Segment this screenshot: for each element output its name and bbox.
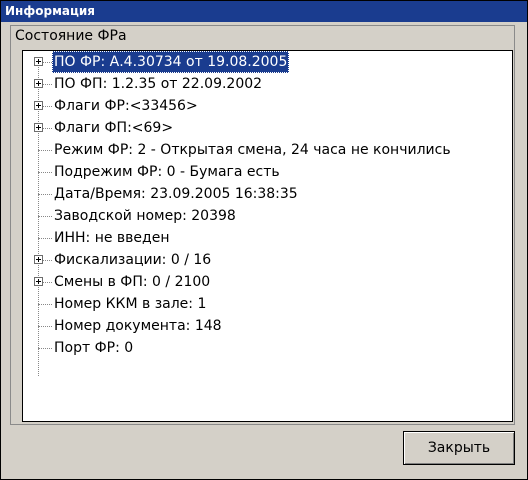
tree-item-fr-flags[interactable]: Флаги ФР:<33456> [23,95,512,117]
tree-item-label[interactable]: Фискализации: 0 / 16 [52,249,213,271]
tree-item-shifts[interactable]: Смены в ФП: 0 / 2100 [23,271,512,293]
tree-item-label[interactable]: Заводской номер: 20398 [52,205,238,227]
tree-item-fp-flags[interactable]: Флаги ФП:<69> [23,117,512,139]
tree-item-document-number[interactable]: Номер документа: 148 [23,315,512,337]
expand-icon[interactable] [34,79,43,88]
expand-icon[interactable] [34,123,43,132]
tree-item-fr-submode[interactable]: Подрежим ФР: 0 - Бумага есть [23,161,512,183]
tree-item-inn[interactable]: ИНН: не введен [23,227,512,249]
tree-item-label[interactable]: ИНН: не введен [52,227,171,249]
tree-item-fr-software[interactable]: ПО ФР: А.4.30734 от 19.08.2005 [23,51,512,73]
tree-item-label[interactable]: Режим ФР: 2 - Открытая смена, 24 часа не… [52,139,453,161]
expand-icon[interactable] [34,255,43,264]
tree-item-label[interactable]: ПО ФР: А.4.30734 от 19.08.2005 [52,51,290,73]
status-groupbox: Состояние ФРа ПО ФР: А.4.30734 от 19.08.… [10,25,515,425]
group-label: Состояние ФРа [15,28,127,44]
tree-item-fp-software[interactable]: ПО ФП: 1.2.35 от 22.09.2002 [23,73,512,95]
tree-item-label[interactable]: Смены в ФП: 0 / 2100 [52,271,212,293]
expand-icon[interactable] [34,101,43,110]
tree-item-label[interactable]: Подрежим ФР: 0 - Бумага есть [52,161,282,183]
tree-item-label[interactable]: Флаги ФП:<69> [52,117,175,139]
tree-item-kkm-number[interactable]: Номер ККМ в зале: 1 [23,293,512,315]
tree-item-datetime[interactable]: Дата/Время: 23.09.2005 16:38:35 [23,183,512,205]
expand-icon[interactable] [34,57,43,66]
tree-item-serial-number[interactable]: Заводской номер: 20398 [23,205,512,227]
tree-item-label[interactable]: Порт ФР: 0 [52,337,135,359]
status-tree[interactable]: ПО ФР: А.4.30734 от 19.08.2005 ПО ФП: 1.… [22,50,513,422]
tree-item-port[interactable]: Порт ФР: 0 [23,337,512,359]
window-title: Информация [1,1,527,22]
tree-item-label[interactable]: Номер ККМ в зале: 1 [52,293,208,315]
info-window: Информация Состояние ФРа ПО ФР: А.4.3073… [0,0,528,480]
tree-item-fiscalizations[interactable]: Фискализации: 0 / 16 [23,249,512,271]
tree-item-label[interactable]: Дата/Время: 23.09.2005 16:38:35 [52,183,300,205]
tree-item-label[interactable]: Номер документа: 148 [52,315,224,337]
close-button[interactable]: Закрыть [403,431,515,465]
tree-item-label[interactable]: Флаги ФР:<33456> [52,95,200,117]
tree-item-label[interactable]: ПО ФП: 1.2.35 от 22.09.2002 [52,73,264,95]
tree-item-fr-mode[interactable]: Режим ФР: 2 - Открытая смена, 24 часа не… [23,139,512,161]
expand-icon[interactable] [34,277,43,286]
